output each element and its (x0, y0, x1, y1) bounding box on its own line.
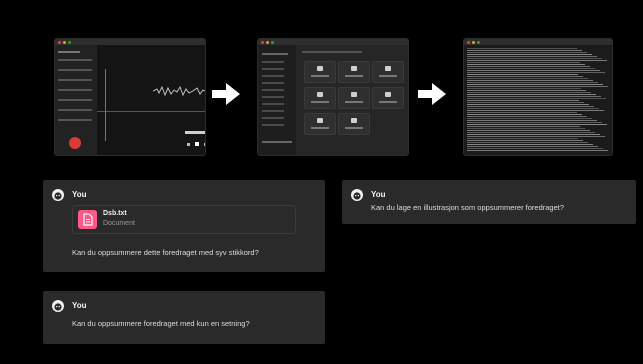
text-line (467, 66, 590, 67)
text-line (467, 58, 602, 59)
record-button (69, 137, 81, 149)
text-line (467, 60, 607, 61)
chat-message: You Kan du lage en illustrasjon som opps… (342, 180, 636, 224)
text-line (467, 80, 593, 81)
text-line (467, 48, 577, 49)
text-line (467, 128, 585, 129)
text-line (467, 102, 584, 103)
text-line (467, 54, 592, 55)
waveform-panel (97, 45, 205, 155)
arrow-right-icon (418, 83, 446, 105)
message-text: Kan du lage en illustrasjon som oppsumme… (371, 203, 565, 212)
transcription-app-screenshot (257, 38, 409, 156)
text-line (467, 74, 578, 75)
text-line (467, 52, 587, 53)
text-line (467, 130, 590, 131)
file-type: Document (103, 220, 135, 227)
text-line (467, 150, 608, 151)
text-line (467, 112, 577, 113)
text-line (467, 120, 597, 121)
time-readout (185, 131, 205, 134)
transcript-text-screenshot (463, 38, 613, 156)
avatar (52, 300, 64, 312)
text-line (467, 64, 585, 65)
author-label: You (72, 190, 87, 199)
text-line (467, 122, 602, 123)
text-line (467, 134, 600, 135)
text-line (467, 96, 601, 97)
text-line (467, 100, 579, 101)
text-line (467, 94, 596, 95)
file-name: Dsb.txt (103, 210, 127, 217)
text-line (467, 138, 578, 139)
avatar (52, 189, 64, 201)
text-line (467, 136, 605, 137)
recordings-sidebar (55, 45, 97, 155)
text-line (467, 90, 586, 91)
text-line (467, 50, 582, 51)
message-text: Kan du oppsummere foredraget med kun en … (72, 319, 250, 328)
author-label: You (72, 301, 87, 310)
chat-message: You Dsb.txt Document Kan du oppsummere d… (43, 180, 325, 272)
author-label: You (371, 190, 386, 199)
text-line (467, 126, 580, 127)
text-line (467, 140, 583, 141)
text-line (467, 148, 603, 149)
tools-grid (296, 45, 408, 155)
text-line (467, 84, 603, 85)
message-text: Kan du oppsummere dette foredraget med s… (72, 248, 259, 257)
waveform-icon (153, 85, 205, 97)
text-line (467, 70, 600, 71)
text-line (467, 114, 582, 115)
text-line (467, 98, 606, 99)
text-line (467, 62, 580, 63)
text-line (467, 78, 588, 79)
text-line (467, 144, 593, 145)
file-attachment[interactable]: Dsb.txt Document (72, 205, 296, 234)
text-line (467, 56, 597, 57)
text-line (467, 124, 607, 125)
text-line (467, 88, 581, 89)
playhead (105, 69, 106, 141)
text-line (467, 146, 598, 147)
text-line (467, 132, 595, 133)
voice-memos-screenshot (54, 38, 206, 156)
transcript-text-body (464, 45, 612, 155)
text-line (467, 142, 588, 143)
app-sidebar (258, 45, 297, 155)
avatar (351, 189, 363, 201)
text-line (467, 82, 598, 83)
text-line (467, 118, 592, 119)
text-line (467, 116, 587, 117)
text-line (467, 104, 589, 105)
slide-canvas: You Dsb.txt Document Kan du oppsummere d… (7, 7, 636, 357)
text-line (467, 68, 595, 69)
document-icon (78, 210, 97, 229)
arrow-right-icon (212, 83, 240, 105)
chat-message: You Kan du oppsummere foredraget med kun… (43, 291, 325, 344)
text-line (467, 106, 594, 107)
text-line (467, 92, 591, 93)
text-line (467, 108, 599, 109)
text-line (467, 72, 605, 73)
text-line (467, 110, 604, 111)
text-line (467, 86, 608, 87)
text-line (467, 76, 583, 77)
